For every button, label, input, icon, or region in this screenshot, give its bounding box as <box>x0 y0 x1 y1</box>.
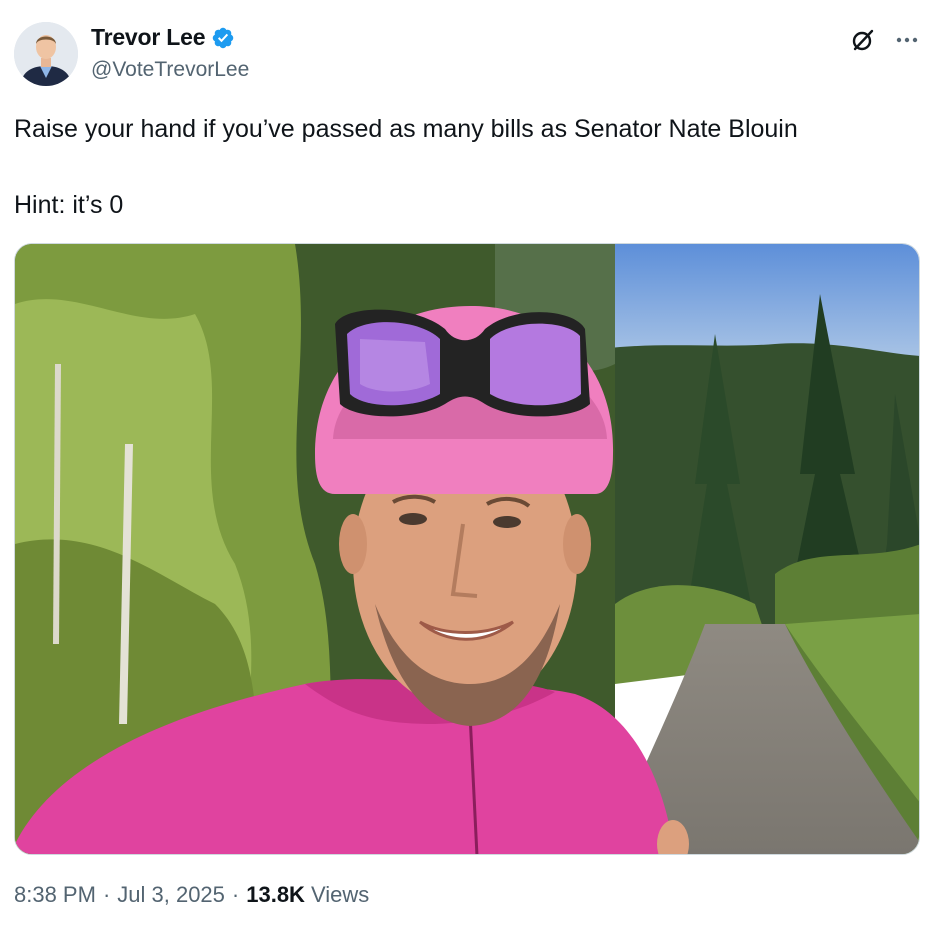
views-label: Views <box>310 882 370 907</box>
author-handle[interactable]: @VoteTrevorLee <box>91 58 249 82</box>
meta-separator: · <box>231 882 240 907</box>
avatar-image <box>14 22 78 86</box>
more-options-button[interactable] <box>890 23 924 57</box>
author-name-row: Trevor Lee <box>91 24 235 51</box>
tweet-time[interactable]: 8:38 PM <box>14 882 96 908</box>
verified-badge-icon[interactable] <box>211 26 235 50</box>
tweet-photo[interactable] <box>14 243 920 855</box>
views-count[interactable]: 13.8K <box>246 882 305 908</box>
tweet-date[interactable]: Jul 3, 2025 <box>117 882 225 908</box>
photo <box>15 244 919 854</box>
more-options-icon <box>896 37 918 43</box>
display-name[interactable]: Trevor Lee <box>91 24 206 51</box>
grok-icon <box>852 29 874 51</box>
tweet-text-line-2: Hint: it’s 0 <box>14 191 124 219</box>
grok-button[interactable] <box>846 23 880 57</box>
meta-separator: · <box>102 882 111 907</box>
avatar[interactable] <box>14 22 78 86</box>
tweet-text-line-1: Raise your hand if you’ve passed as many… <box>14 115 798 143</box>
tweet-meta: 8:38 PM · Jul 3, 2025 · 13.8K Views <box>14 882 369 908</box>
tweet-text: Raise your hand if you’ve passed as many… <box>14 110 924 224</box>
